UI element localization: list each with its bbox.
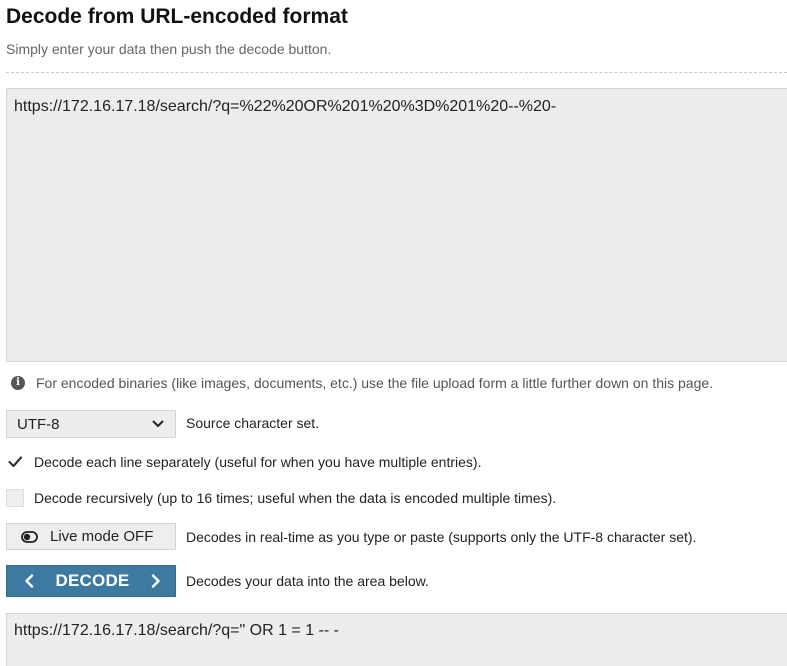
chevron-down-icon xyxy=(152,420,164,427)
live-mode-button[interactable]: Live mode OFF xyxy=(6,523,176,550)
checkmark-icon xyxy=(8,456,23,468)
header-divider xyxy=(6,72,787,73)
file-upload-hint: i For encoded binaries (like images, doc… xyxy=(11,375,713,391)
decode-recursively-label[interactable]: Decode recursively (up to 16 times; usef… xyxy=(34,490,556,506)
decode-each-line-label[interactable]: Decode each line separately (useful for … xyxy=(34,454,481,470)
page-subtitle: Simply enter your data then push the dec… xyxy=(6,41,332,57)
decode-description: Decodes your data into the area below. xyxy=(186,573,429,589)
encoded-input[interactable]: https://172.16.17.18/search/?q=%22%20OR%… xyxy=(6,88,787,362)
info-icon: i xyxy=(11,376,25,390)
decode-recursively-checkbox[interactable] xyxy=(6,489,24,507)
chevron-left-icon xyxy=(25,574,34,588)
decode-button[interactable]: DECODE xyxy=(6,565,176,597)
charset-selected-value: UTF-8 xyxy=(17,415,60,433)
live-mode-description: Decodes in real-time as you type or past… xyxy=(186,529,697,545)
decode-button-label: DECODE xyxy=(55,571,130,590)
charset-label: Source character set. xyxy=(186,415,320,431)
page-title: Decode from URL-encoded format xyxy=(6,5,348,28)
toggle-off-icon xyxy=(21,530,38,543)
charset-select[interactable]: UTF-8 xyxy=(6,410,176,438)
live-mode-label: Live mode OFF xyxy=(50,528,154,545)
decode-each-line-checkbox[interactable] xyxy=(6,453,24,471)
file-upload-hint-text: For encoded binaries (like images, docum… xyxy=(36,375,714,391)
decoded-output[interactable]: https://172.16.17.18/search/?q=" OR 1 = … xyxy=(6,613,787,666)
chevron-right-icon xyxy=(151,574,160,588)
